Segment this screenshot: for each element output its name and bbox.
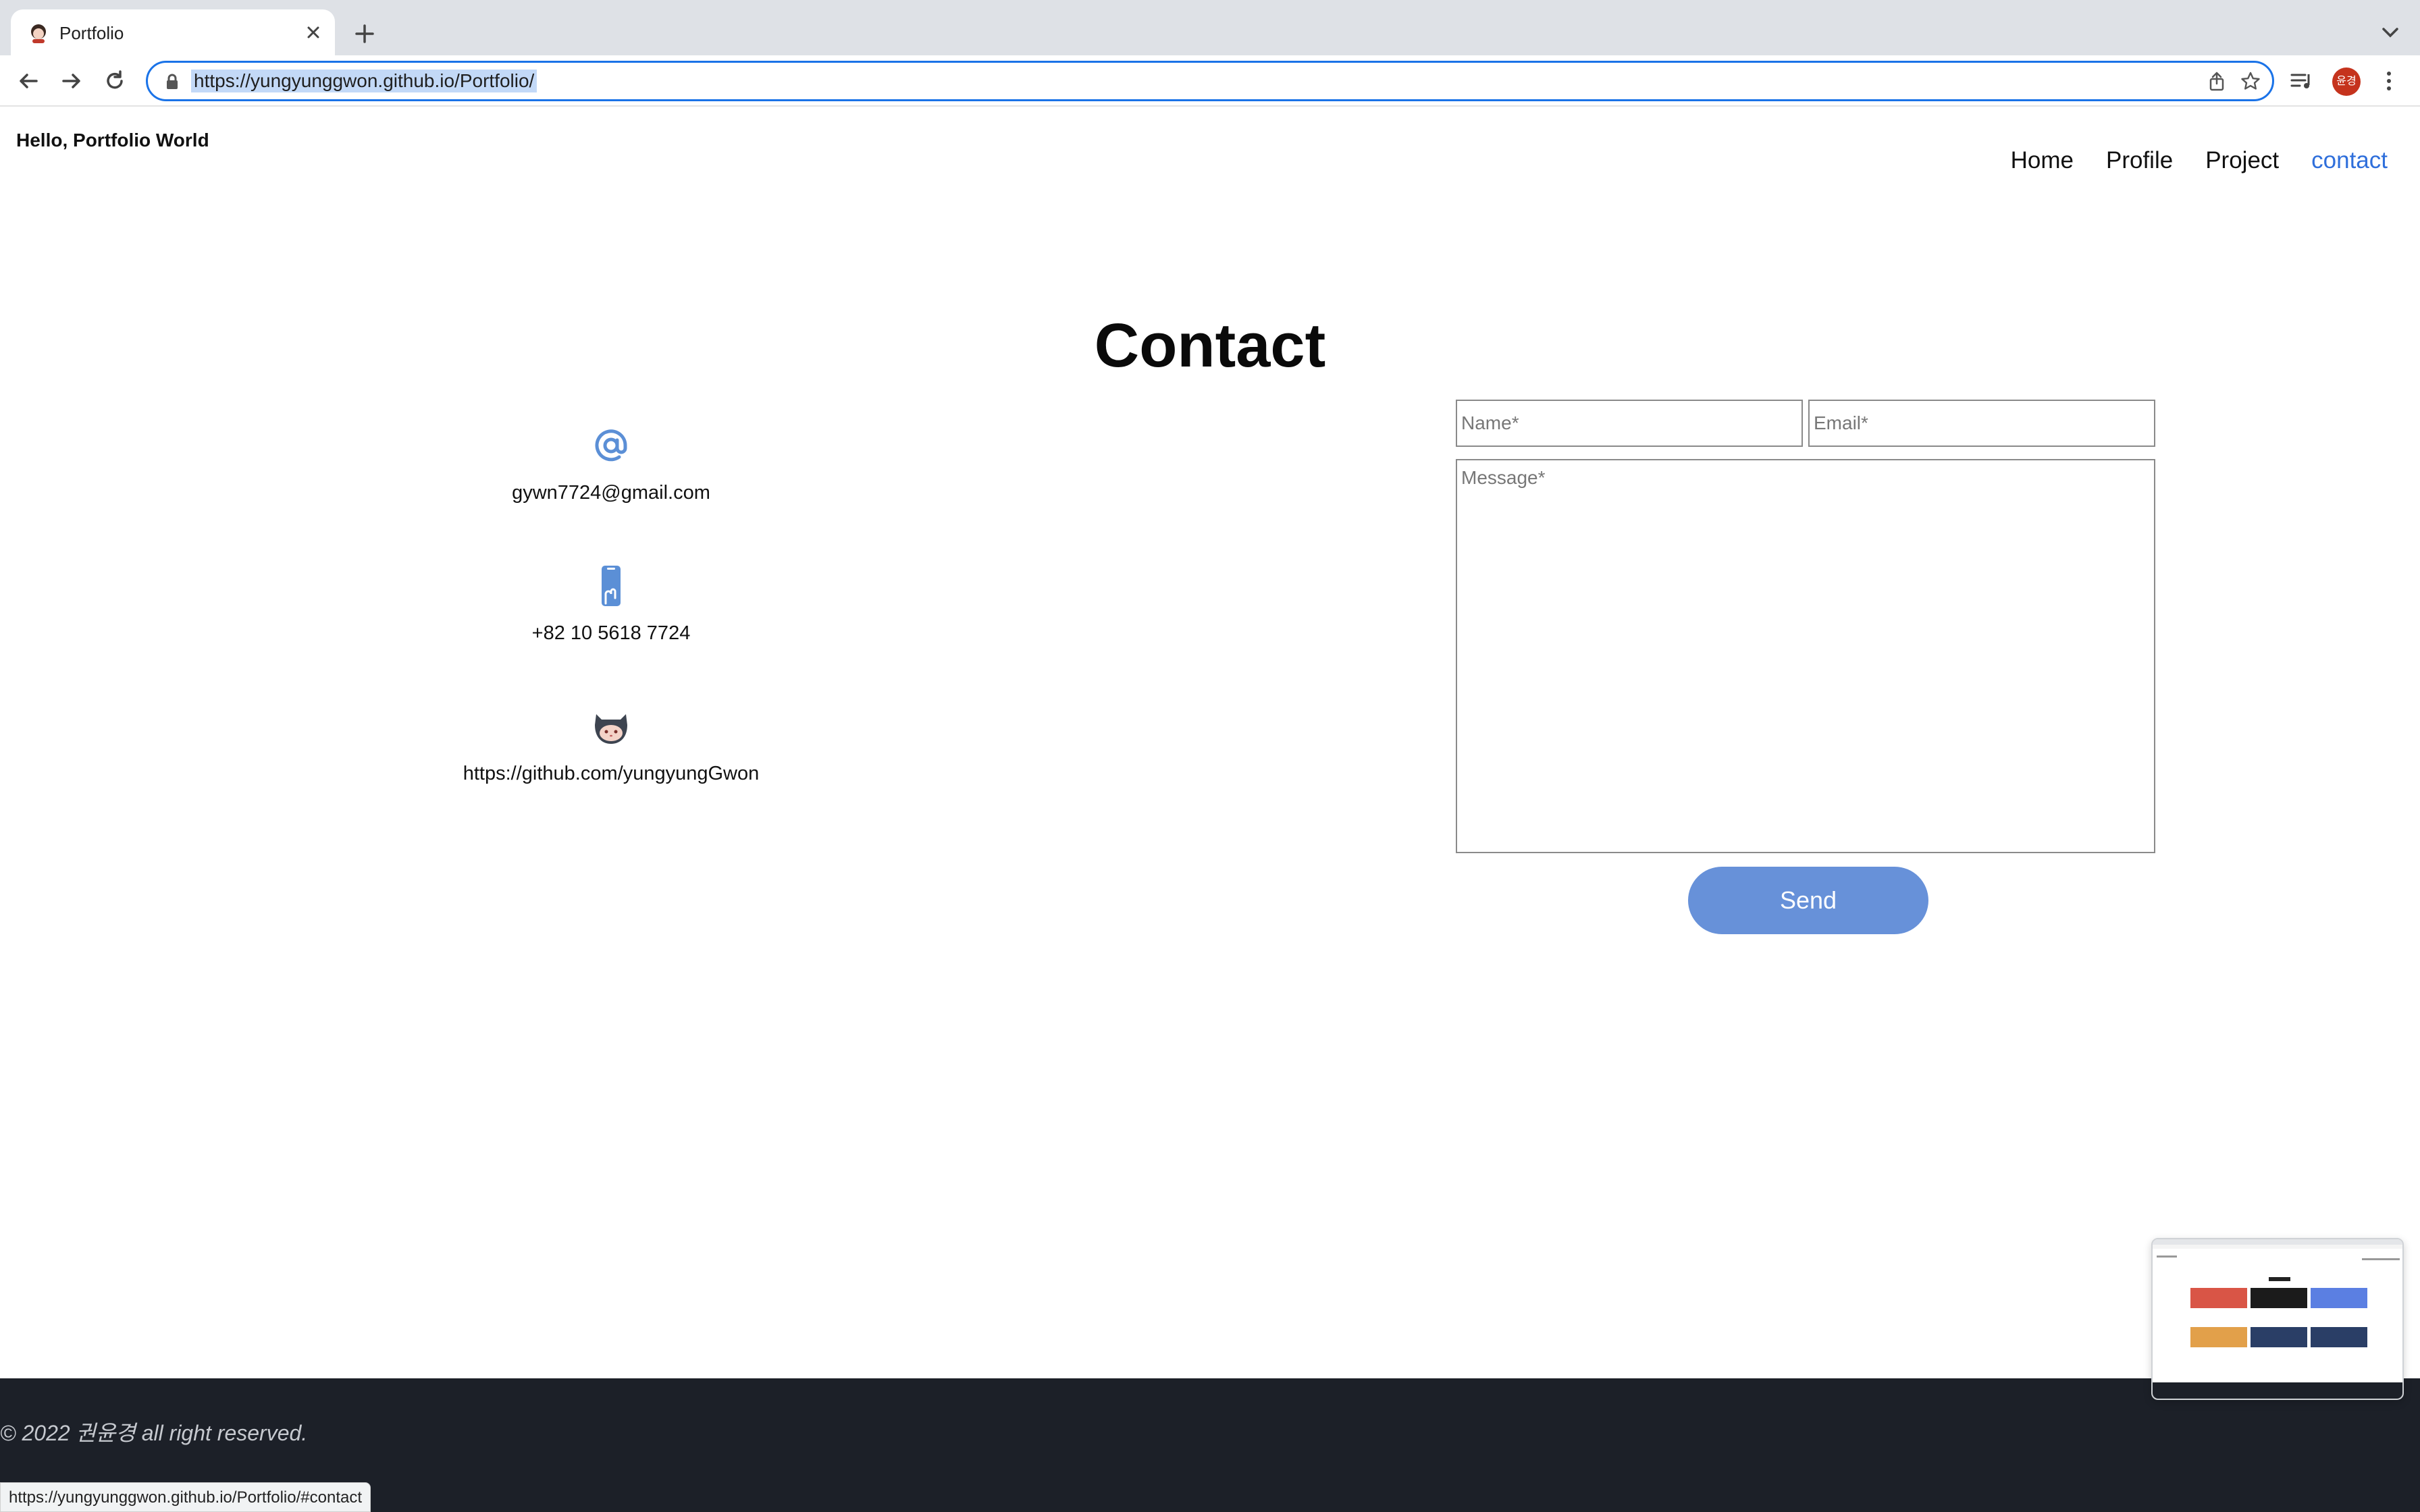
new-tab-icon[interactable] <box>348 18 381 50</box>
email-text: gywn7724@gmail.com <box>512 482 710 504</box>
reading-list-icon[interactable] <box>2286 66 2316 96</box>
profile-avatar[interactable]: 윤경 <box>2332 68 2361 96</box>
page-preview-image <box>2153 1239 2402 1399</box>
bookmark-star-icon[interactable] <box>2238 70 2263 94</box>
contact-title: Contact <box>1094 311 1326 380</box>
github-octocat-icon <box>595 714 627 744</box>
lock-icon[interactable] <box>163 72 182 91</box>
more-menu-icon[interactable] <box>2374 66 2404 96</box>
address-bar[interactable]: https://yungyunggwon.github.io/Portfolio… <box>146 61 2274 101</box>
nav-home[interactable]: Home <box>2011 147 2074 174</box>
name-field[interactable] <box>1456 400 1803 447</box>
message-field[interactable] <box>1456 459 2155 853</box>
browser-toolbar: https://yungyunggwon.github.io/Portfolio… <box>0 55 2420 107</box>
at-sign-icon <box>595 429 627 462</box>
email-field[interactable] <box>1808 400 2155 447</box>
nav-profile[interactable]: Profile <box>2106 147 2173 174</box>
nav-contact[interactable]: contact <box>2311 147 2388 174</box>
chevron-down-icon[interactable] <box>2377 19 2404 46</box>
phone-text: +82 10 5618 7724 <box>531 622 691 644</box>
tab-preview-thumbnail[interactable] <box>2151 1238 2404 1400</box>
site-brand[interactable]: Hello, Portfolio World <box>16 130 209 151</box>
close-tab-icon[interactable] <box>300 19 327 46</box>
address-url[interactable]: https://yungyunggwon.github.io/Portfolio… <box>191 70 537 92</box>
share-icon[interactable] <box>2205 70 2229 94</box>
site-nav: Home Profile Project contact <box>2011 147 2388 174</box>
browser-tab-bar: Portfolio <box>0 0 2420 55</box>
phone-info: +82 10 5618 7724 <box>392 564 831 645</box>
forward-arrow-icon[interactable] <box>57 66 86 96</box>
github-info: https://github.com/yungyungGwon <box>392 705 831 785</box>
status-bar-url: https://yungyunggwon.github.io/Portfolio… <box>0 1482 371 1512</box>
nav-project[interactable]: Project <box>2205 147 2279 174</box>
email-info: gywn7724@gmail.com <box>392 424 831 504</box>
reload-icon[interactable] <box>100 66 130 96</box>
copyright-text: © 2022 권윤경 all right reserved. <box>0 1421 308 1445</box>
browser-tab[interactable]: Portfolio <box>11 9 335 55</box>
web-page: Hello, Portfolio World Home Profile Proj… <box>0 108 2420 1512</box>
tab-title: Portfolio <box>59 23 124 43</box>
back-arrow-icon[interactable] <box>14 66 43 96</box>
site-favicon-icon <box>31 24 46 43</box>
mobile-phone-icon <box>602 566 621 606</box>
send-button[interactable]: Send <box>1688 867 1928 934</box>
github-text[interactable]: https://github.com/yungyungGwon <box>392 763 831 785</box>
